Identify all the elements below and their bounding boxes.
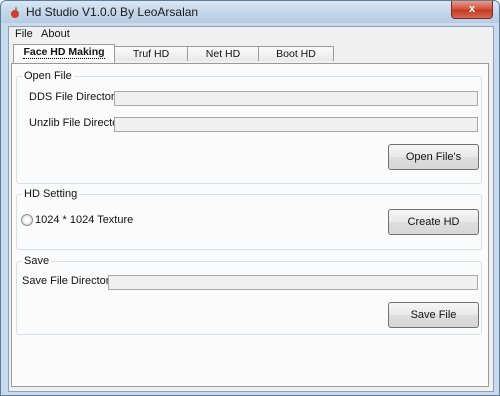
open-files-button[interactable]: Open File's <box>388 144 479 170</box>
menu-bar: File About <box>9 27 493 43</box>
save-directory-label: Save File Directory : <box>22 275 122 287</box>
tab-strip: Face HD Making Truf HD Making Net HD Mak… <box>9 44 493 74</box>
tab-net-hd-making[interactable]: Net HD Making <box>187 46 259 74</box>
tab-page: Open File DDS File Directory : Unzlib Fi… <box>11 63 489 387</box>
texture-radio-label: 1024 * 1024 Texture <box>35 214 134 226</box>
title-bar[interactable]: Hd Studio V1.0.0 By LeoArsalan x <box>1 1 499 23</box>
texture-radio[interactable] <box>21 214 33 226</box>
save-directory-field[interactable] <box>108 275 478 290</box>
dds-directory-label: DDS File Directory : <box>29 91 127 103</box>
hd-setting-group: HD Setting 1024 * 1024 Texture Create HD <box>16 188 482 250</box>
menu-about[interactable]: About <box>41 28 70 40</box>
app-icon <box>11 6 19 18</box>
hd-setting-group-title: HD Setting <box>22 188 80 200</box>
tab-face-hd-making-label: Face HD Making <box>23 46 105 59</box>
open-file-group-title: Open File <box>22 70 74 82</box>
dds-directory-field[interactable] <box>114 91 478 106</box>
tab-face-hd-making[interactable]: Face HD Making <box>13 44 115 63</box>
tab-truf-hd-making[interactable]: Truf HD Making <box>114 46 188 74</box>
menu-file[interactable]: File <box>15 28 33 40</box>
create-hd-button[interactable]: Create HD <box>388 209 479 235</box>
open-file-group: Open File DDS File Directory : Unzlib Fi… <box>16 70 482 184</box>
window-title: Hd Studio V1.0.0 By LeoArsalan <box>26 5 199 19</box>
unzlib-directory-field[interactable] <box>114 117 478 132</box>
save-group-title: Save <box>22 255 52 267</box>
save-group: Save Save File Directory : Save File <box>16 255 482 335</box>
app-window: Hd Studio V1.0.0 By LeoArsalan x File Ab… <box>0 0 500 396</box>
close-button[interactable]: x <box>451 1 493 19</box>
tab-boot-hd-making[interactable]: Boot HD Making <box>258 46 334 74</box>
save-file-button[interactable]: Save File <box>388 302 479 328</box>
client-area: File About Face HD Making Truf HD Making… <box>8 26 494 392</box>
